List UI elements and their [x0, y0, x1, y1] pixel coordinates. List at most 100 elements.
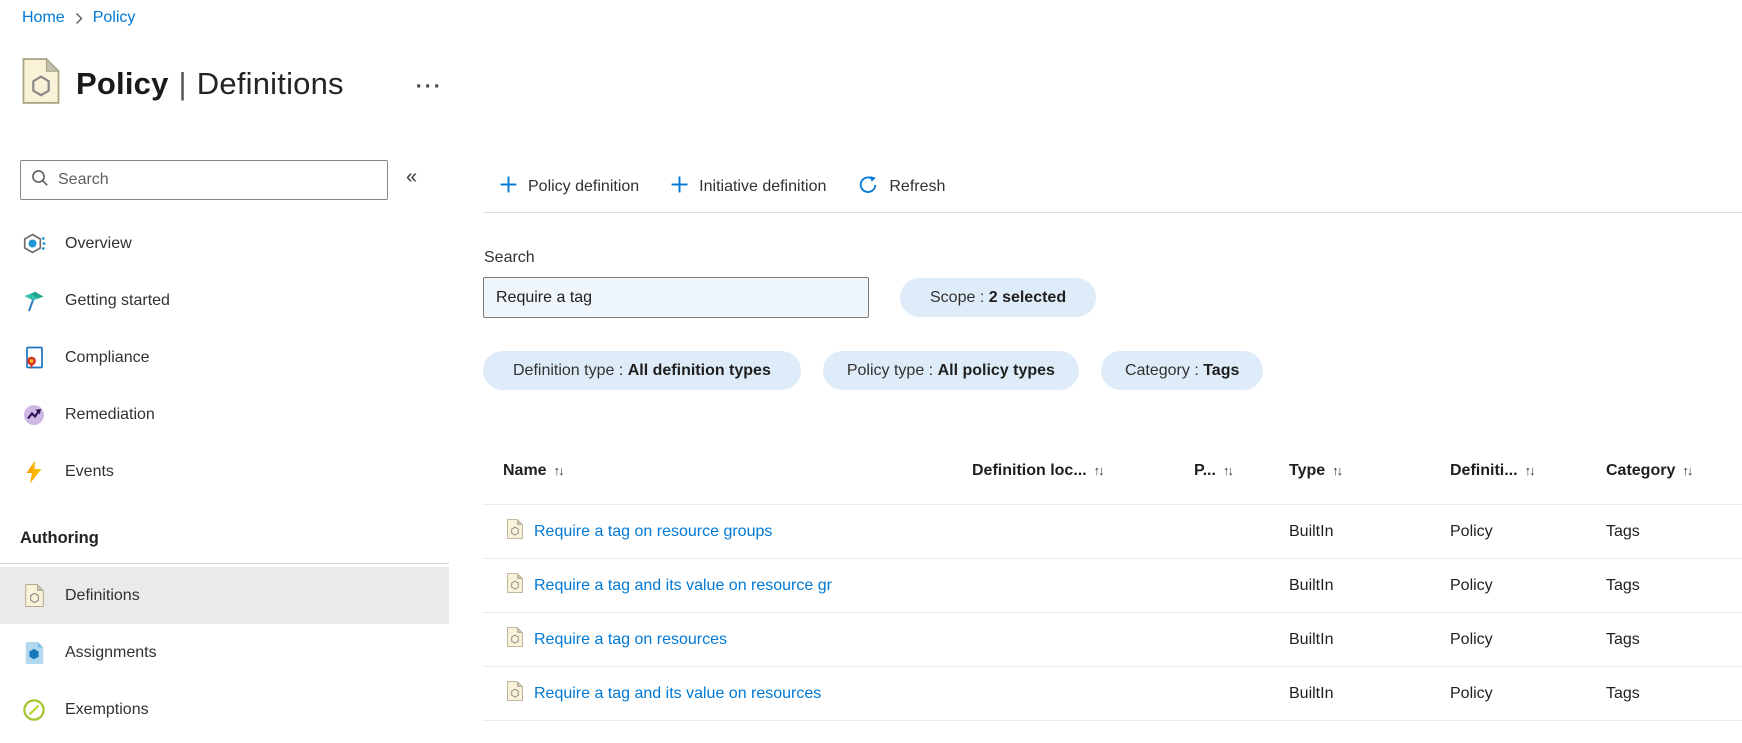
table-row[interactable]: Require a tag on resources BuiltIn Polic…	[483, 613, 1742, 667]
column-header-policies[interactable]: P... ↑↓	[1194, 462, 1289, 480]
cell-definition-type: Policy	[1450, 522, 1493, 540]
refresh-button[interactable]: Refresh	[858, 175, 945, 200]
filter-pill-row: Definition type : All definition types P…	[483, 351, 1264, 390]
sort-icon: ↑↓	[1682, 463, 1693, 478]
sidebar-item-label: Definitions	[65, 586, 140, 604]
column-label: Category	[1606, 461, 1676, 479]
sidebar-item-events[interactable]: Events	[0, 443, 449, 500]
getting-started-icon	[22, 289, 46, 313]
policy-definition-icon	[506, 627, 524, 652]
cell-category: Tags	[1606, 630, 1640, 648]
definition-link[interactable]: Require a tag on resource groups	[534, 523, 772, 541]
collapse-sidebar-icon[interactable]: «	[406, 166, 417, 189]
refresh-icon	[858, 175, 878, 200]
sidebar-item-exemptions[interactable]: Exemptions	[0, 681, 449, 738]
sidebar-menu: Overview Getting started Compliance Reme…	[0, 215, 449, 500]
cell-type: BuiltIn	[1289, 684, 1334, 702]
sidebar-item-label: Events	[65, 462, 114, 480]
cell-definition-type: Policy	[1450, 576, 1493, 594]
policy-type-filter-pill[interactable]: Policy type : All policy types	[822, 351, 1079, 390]
filter-label: Scope	[930, 288, 976, 306]
table-header: Name ↑↓ Definition loc... ↑↓ P... ↑↓ Type ↑↓…	[483, 443, 1742, 505]
command-bar: Policy definition Initiative definition …	[483, 162, 1742, 213]
sidebar: « Overview	[0, 0, 449, 743]
button-label: Initiative definition	[699, 178, 827, 195]
definition-link[interactable]: Require a tag and its value on resources	[534, 685, 821, 703]
search-filter-label: Search	[484, 249, 535, 266]
column-header-definition-location[interactable]: Definition loc... ↑↓	[972, 462, 1194, 480]
sidebar-item-remediation[interactable]: Remediation	[0, 386, 449, 443]
policy-definition-icon	[506, 573, 524, 598]
cell-type: BuiltIn	[1289, 522, 1334, 540]
assignments-icon	[22, 641, 46, 665]
remediation-icon	[22, 403, 46, 427]
sidebar-item-label: Compliance	[65, 348, 150, 366]
table-row[interactable]: Require a tag and its value on resources…	[483, 667, 1742, 721]
category-filter-pill[interactable]: Category : Tags	[1100, 351, 1264, 390]
filter-label: Category	[1124, 361, 1190, 379]
column-header-category[interactable]: Category ↑↓	[1606, 462, 1742, 480]
button-label: Policy definition	[528, 178, 640, 195]
plus-icon	[671, 176, 688, 198]
sidebar-authoring-menu: Definitions Assignments Exemptions	[0, 567, 449, 738]
sort-icon: ↑↓	[1093, 463, 1105, 478]
table-row[interactable]: Require a tag on resource groups BuiltIn…	[483, 505, 1742, 559]
column-label: Definiti...	[1450, 461, 1518, 479]
sidebar-section-authoring: Authoring	[20, 529, 99, 547]
filter-separator: :	[924, 361, 938, 379]
column-header-name[interactable]: Name ↑↓	[483, 462, 972, 480]
initiative-definition-button[interactable]: Initiative definition	[671, 176, 826, 198]
policy-definition-button[interactable]: Policy definition	[500, 176, 639, 198]
policy-definition-icon	[506, 681, 524, 706]
sidebar-item-label: Getting started	[65, 291, 170, 309]
filter-label: Policy type	[846, 361, 925, 379]
compliance-icon	[22, 346, 46, 370]
sidebar-item-compliance[interactable]: Compliance	[0, 329, 449, 386]
sort-icon: ↑↓	[1222, 463, 1234, 478]
table-row[interactable]: Require a tag and its value on resource …	[483, 559, 1742, 613]
cell-category: Tags	[1606, 576, 1640, 594]
cell-type: BuiltIn	[1289, 630, 1334, 648]
sidebar-section-divider	[0, 563, 449, 564]
sort-icon: ↑↓	[1332, 463, 1343, 478]
sidebar-item-label: Exemptions	[65, 700, 149, 718]
definition-link[interactable]: Require a tag on resources	[534, 631, 727, 649]
cell-type: BuiltIn	[1289, 576, 1334, 594]
sidebar-item-getting-started[interactable]: Getting started	[0, 272, 449, 329]
overview-icon	[22, 232, 46, 256]
policy-definition-icon	[506, 519, 524, 544]
filter-separator: :	[1189, 361, 1204, 379]
policy-definition-icon	[22, 584, 46, 608]
cell-category: Tags	[1606, 684, 1640, 702]
cell-definition-type: Policy	[1450, 684, 1493, 702]
column-header-definition-type[interactable]: Definiti... ↑↓	[1450, 462, 1606, 480]
definition-type-filter-pill[interactable]: Definition type : All definition types	[483, 351, 801, 390]
filter-label: Definition type	[513, 361, 615, 379]
sidebar-item-definitions[interactable]: Definitions	[0, 567, 449, 624]
policy-definitions-page: Home Policy Policy|Definitions ··· «	[0, 0, 1742, 743]
column-label: Name	[503, 461, 547, 479]
sidebar-item-overview[interactable]: Overview	[0, 215, 449, 272]
sidebar-item-assignments[interactable]: Assignments	[0, 624, 449, 681]
column-header-type[interactable]: Type ↑↓	[1289, 462, 1450, 480]
column-label: Type	[1289, 461, 1326, 479]
definition-search-input[interactable]	[484, 288, 868, 307]
sidebar-item-label: Remediation	[65, 405, 155, 423]
plus-icon	[500, 176, 517, 198]
scope-filter-pill[interactable]: Scope : 2 selected	[900, 278, 1097, 317]
sort-icon: ↑↓	[1524, 463, 1536, 478]
button-label: Refresh	[889, 178, 946, 195]
sidebar-search-box[interactable]	[20, 160, 388, 200]
filter-separator: :	[614, 361, 628, 379]
sort-icon: ↑↓	[553, 463, 565, 478]
table-body: Require a tag on resource groups BuiltIn…	[483, 505, 1742, 721]
filter-value: Tags	[1203, 361, 1240, 379]
definition-search-box[interactable]	[483, 277, 869, 318]
cell-category: Tags	[1606, 522, 1640, 540]
sidebar-item-label: Assignments	[65, 643, 157, 661]
exemptions-icon	[22, 698, 46, 722]
search-icon	[31, 169, 49, 192]
sidebar-item-label: Overview	[65, 234, 132, 252]
sidebar-search-input[interactable]	[58, 171, 377, 189]
definition-link[interactable]: Require a tag and its value on resource …	[534, 577, 832, 595]
